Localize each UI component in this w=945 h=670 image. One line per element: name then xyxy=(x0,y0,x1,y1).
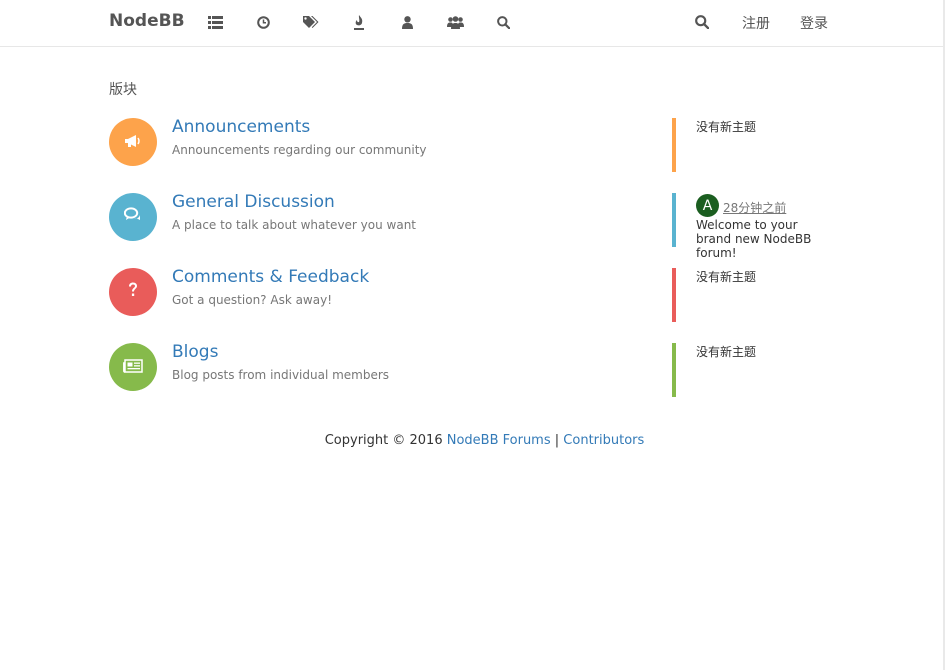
avatar[interactable]: A xyxy=(696,194,719,217)
question-icon xyxy=(127,282,139,302)
category-description: A place to talk about whatever you want xyxy=(172,218,417,232)
teaser-timestamp-link[interactable]: 28分钟之前 xyxy=(723,199,786,216)
tags-icon[interactable] xyxy=(302,13,320,31)
brand-logo[interactable]: NodeBB xyxy=(109,11,185,31)
category-description: Blog posts from individual members xyxy=(172,368,390,382)
footer-copyright: Copyright © 2016 xyxy=(324,433,443,448)
list-icon[interactable] xyxy=(206,13,224,31)
teaser-color-bar xyxy=(672,118,676,172)
category-description: Announcements regarding our community xyxy=(172,143,427,157)
footer-separator: | xyxy=(554,433,560,448)
search-icon[interactable] xyxy=(494,13,512,31)
top-navbar: NodeBB 注册 登录 xyxy=(0,0,943,47)
register-link[interactable]: 注册 xyxy=(742,13,770,33)
bullhorn-icon xyxy=(124,133,142,152)
category-title[interactable]: Blogs xyxy=(172,342,218,362)
teaser-color-bar xyxy=(672,193,676,247)
category-row: General Discussion A place to talk about… xyxy=(0,192,945,260)
teaser-empty-text: 没有新主题 xyxy=(696,270,757,284)
category-row: Announcements Announcements regarding ou… xyxy=(0,117,945,172)
fire-icon[interactable] xyxy=(350,13,368,31)
category-title[interactable]: Comments & Feedback xyxy=(172,267,369,287)
teaser-post-text[interactable]: Welcome to your brand new NodeBB forum! xyxy=(696,218,831,260)
login-link[interactable]: 登录 xyxy=(800,13,828,33)
footer-contributors-link[interactable]: Contributors xyxy=(563,433,644,448)
user-icon[interactable] xyxy=(398,13,416,31)
category-icon-circle[interactable] xyxy=(109,343,157,391)
newspaper-icon xyxy=(123,358,143,377)
category-title[interactable]: Announcements xyxy=(172,117,310,137)
category-icon-circle[interactable] xyxy=(109,118,157,166)
search-icon-right[interactable] xyxy=(693,13,711,31)
category-icon-circle[interactable] xyxy=(109,268,157,316)
category-description: Got a question? Ask away! xyxy=(172,293,333,307)
footer: Copyright © 2016 NodeBB Forums | Contrib… xyxy=(0,433,945,448)
category-row: Blogs Blog posts from individual members… xyxy=(0,342,945,397)
teaser-empty-text: 没有新主题 xyxy=(696,345,757,359)
clock-icon[interactable] xyxy=(254,13,272,31)
category-icon-circle[interactable] xyxy=(109,193,157,241)
users-icon[interactable] xyxy=(446,13,464,31)
footer-nodebb-link[interactable]: NodeBB Forums xyxy=(447,433,551,448)
teaser-color-bar xyxy=(672,343,676,397)
category-row: Comments & Feedback Got a question? Ask … xyxy=(0,267,945,322)
comments-icon xyxy=(123,207,142,227)
category-title[interactable]: General Discussion xyxy=(172,192,335,212)
teaser-empty-text: 没有新主题 xyxy=(696,120,757,134)
teaser-color-bar xyxy=(672,268,676,322)
breadcrumb: 版块 xyxy=(109,82,137,98)
